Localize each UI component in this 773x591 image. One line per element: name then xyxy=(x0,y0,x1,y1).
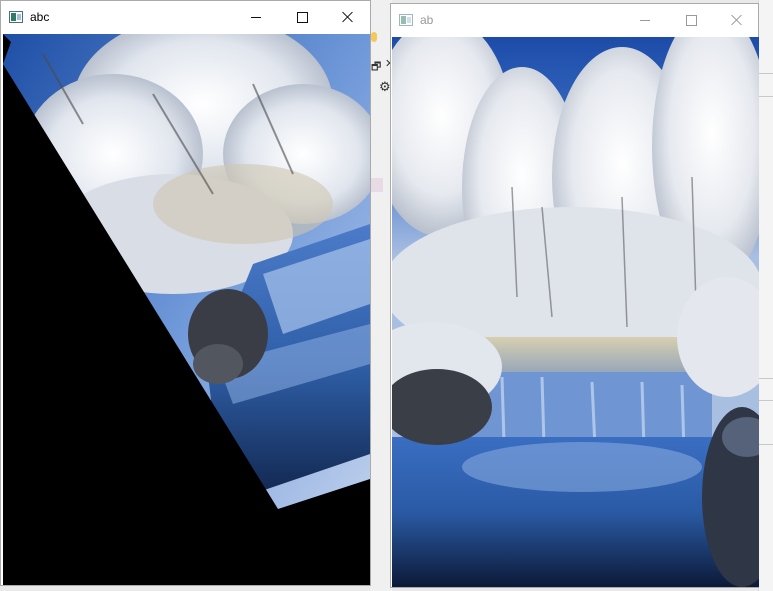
app-icon xyxy=(399,14,413,26)
image-canvas xyxy=(3,34,370,585)
background-divider xyxy=(758,378,773,379)
window-title: ab xyxy=(420,13,434,27)
background-divider xyxy=(758,400,773,401)
rotated-photo xyxy=(3,34,370,585)
minimize-icon xyxy=(640,19,650,21)
close-icon xyxy=(731,14,743,26)
title-bar[interactable]: abc xyxy=(1,1,370,33)
close-icon xyxy=(342,11,354,23)
background-divider xyxy=(758,96,773,97)
window-title: abc xyxy=(30,10,50,24)
maximize-button[interactable] xyxy=(668,4,714,36)
maximize-icon xyxy=(296,11,308,23)
image-window-ab[interactable]: ab xyxy=(390,3,759,588)
minimize-icon xyxy=(251,16,261,18)
restore-panel-icon[interactable]: 🗗 xyxy=(371,58,385,73)
maximize-icon xyxy=(685,14,697,26)
minimize-button[interactable] xyxy=(622,4,668,36)
background-highlight xyxy=(371,178,383,192)
close-button[interactable] xyxy=(714,4,760,36)
gear-icon[interactable]: ⚙ xyxy=(379,80,391,95)
maximize-button[interactable] xyxy=(279,1,325,33)
image-window-abc[interactable]: abc xyxy=(0,0,371,586)
background-divider xyxy=(758,444,773,445)
close-button[interactable] xyxy=(325,1,371,33)
title-bar[interactable]: ab xyxy=(391,4,758,36)
background-divider xyxy=(758,73,773,74)
app-icon xyxy=(9,11,23,23)
background-right-panel xyxy=(758,0,773,591)
image-canvas xyxy=(392,37,759,587)
background-folder-icon xyxy=(371,32,377,42)
minimize-button[interactable] xyxy=(233,1,279,33)
original-photo xyxy=(392,37,759,587)
